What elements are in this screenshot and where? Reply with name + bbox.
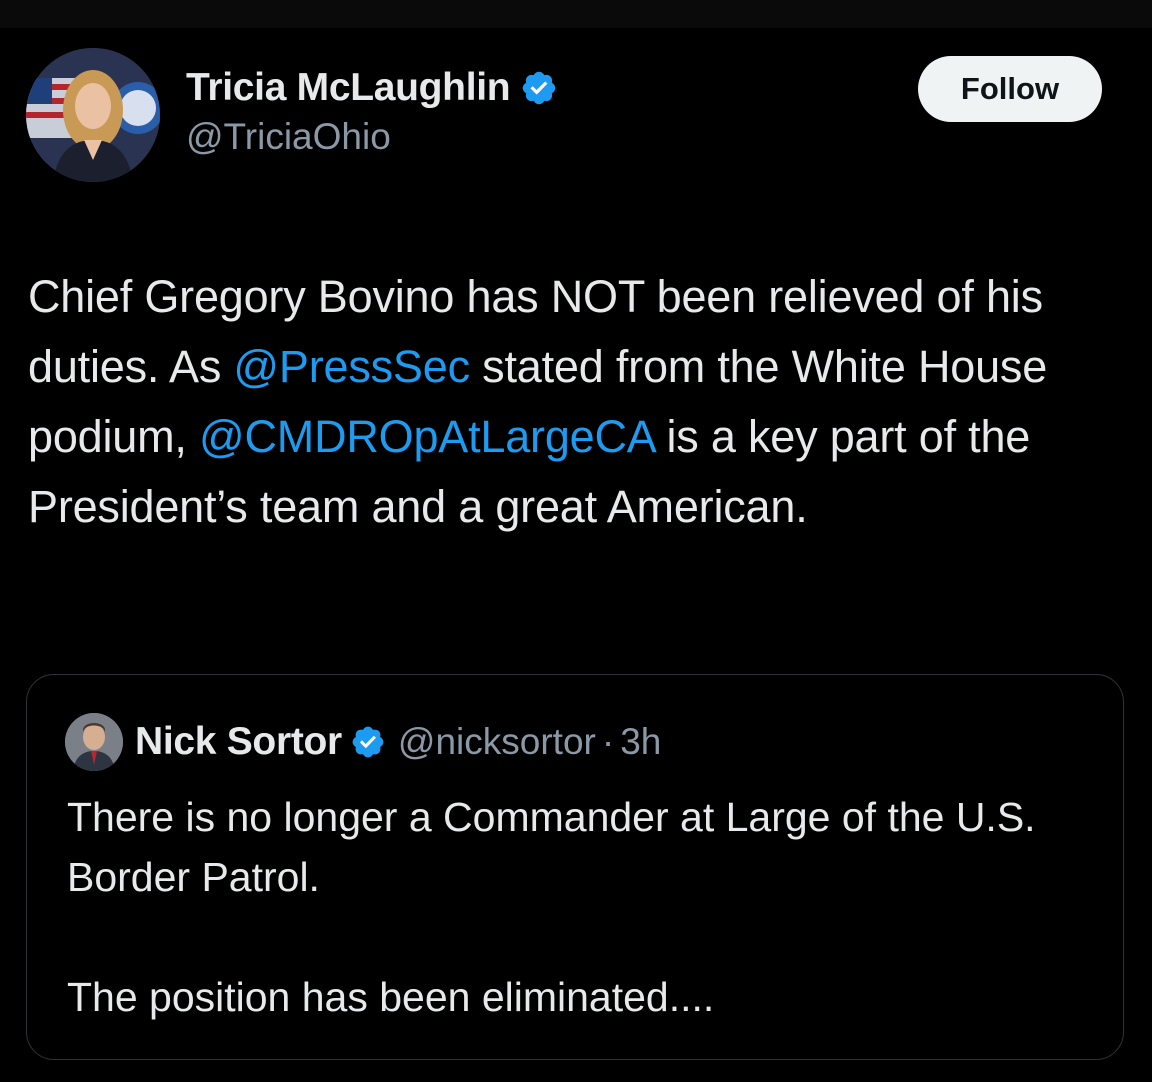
quoted-text-spacer <box>67 907 1087 967</box>
quoted-timestamp[interactable]: 3h <box>620 721 661 763</box>
author-display-name[interactable]: Tricia McLaughlin <box>186 66 511 110</box>
quoted-verified-badge-icon <box>350 724 386 760</box>
quoted-tweet-header: Nick Sortor @nicksortor · 3h <box>65 713 661 771</box>
mention-link-presssec[interactable]: @PressSec <box>233 341 470 392</box>
author-info: Tricia McLaughlin @TriciaOhio <box>186 66 558 158</box>
author-handle[interactable]: @TriciaOhio <box>186 116 558 158</box>
avatar-photo <box>26 48 160 182</box>
quoted-separator: · <box>601 721 615 762</box>
quoted-tweet-text: There is no longer a Commander at Large … <box>67 787 1087 1027</box>
verified-badge-icon <box>520 69 558 107</box>
quoted-tweet-card[interactable]: Nick Sortor @nicksortor · 3h There is no… <box>26 674 1124 1060</box>
quoted-text-line1: There is no longer a Commander at Large … <box>67 794 1036 900</box>
tweet-header: Tricia McLaughlin @TriciaOhio Follow <box>26 48 1126 188</box>
quoted-author-avatar[interactable] <box>65 713 123 771</box>
mention-link-cmdropatlargeca[interactable]: @CMDROpAtLargeCA <box>199 411 654 462</box>
follow-button[interactable]: Follow <box>918 56 1102 122</box>
quoted-text-line2: The position has been eliminated.... <box>67 974 715 1020</box>
top-bar <box>0 0 1152 28</box>
quoted-author-display-name[interactable]: Nick Sortor <box>135 720 342 764</box>
tweet-text: Chief Gregory Bovino has NOT been reliev… <box>28 262 1128 542</box>
quoted-author-handle[interactable]: @nicksortor <box>398 721 596 763</box>
author-avatar[interactable] <box>26 48 160 182</box>
quoted-avatar-photo <box>65 713 123 771</box>
